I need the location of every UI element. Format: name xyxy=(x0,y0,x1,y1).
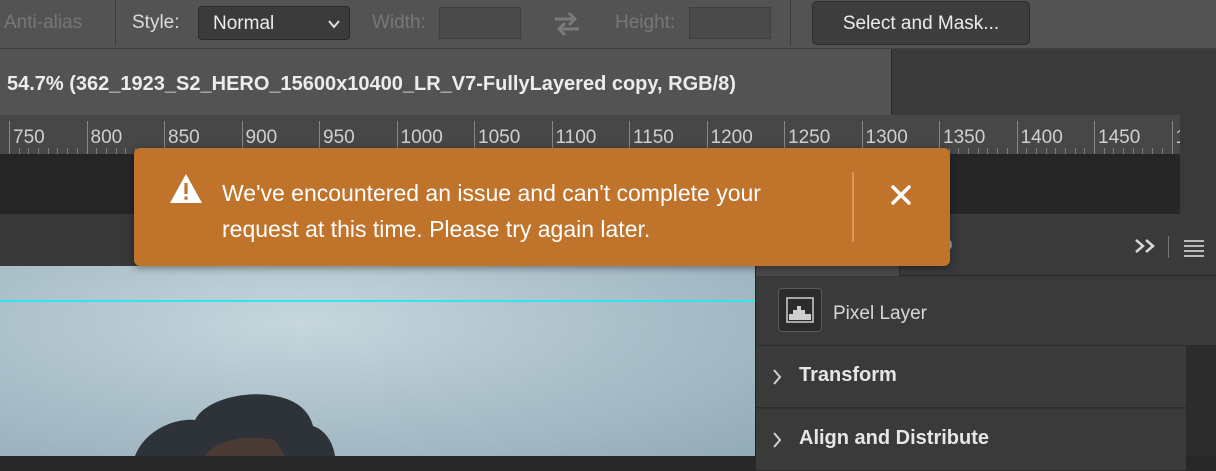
ruler-tick-label: 1150 xyxy=(633,127,674,148)
anti-alias-checkbox-label[interactable]: Anti-alias xyxy=(4,12,82,34)
ruler-tick-label: 800 xyxy=(90,127,123,148)
document-tab[interactable]: 54.7% (362_1923_S2_HERO_15600x10400_LR_V… xyxy=(0,49,892,115)
ruler-corner xyxy=(1180,115,1216,215)
ruler-tick-label: 1200 xyxy=(710,127,753,148)
ruler-tick-label: 1400 xyxy=(1020,127,1063,148)
panel-header-divider xyxy=(1168,236,1169,258)
toast-message: We've encountered an issue and can't com… xyxy=(222,180,761,242)
ruler-tick-label: 900 xyxy=(245,127,278,148)
ruler-tick-label: 1350 xyxy=(943,127,986,148)
width-field[interactable] xyxy=(439,7,521,39)
layer-type-label: Pixel Layer xyxy=(833,303,927,324)
select-and-mask-label: Select and Mask... xyxy=(842,13,1000,34)
align-distribute-section[interactable]: Align and Distribute xyxy=(756,409,1186,471)
ruler-major-tick xyxy=(1094,121,1095,154)
ruler-tick-label: 1250 xyxy=(788,127,831,148)
toast-divider xyxy=(852,172,854,242)
select-and-mask-button[interactable]: Select and Mask... xyxy=(812,1,1030,45)
warning-icon xyxy=(170,174,202,203)
document-tab-bar: 54.7% (362_1923_S2_HERO_15600x10400_LR_V… xyxy=(0,49,1216,115)
style-label: Style: xyxy=(132,12,180,33)
document-tab-title: 54.7% (362_1923_S2_HERO_15600x10400_LR_V… xyxy=(7,73,736,95)
ruler-tick-label: 750 xyxy=(13,127,45,148)
panel-scrollbar[interactable] xyxy=(1186,346,1216,456)
ruler-tick-label: 1050 xyxy=(478,127,521,148)
transform-section-label: Transform xyxy=(799,364,897,386)
transform-section[interactable]: Transform xyxy=(756,346,1186,408)
ruler-major-tick xyxy=(1016,121,1018,154)
error-toast: We've encountered an issue and can't com… xyxy=(134,148,950,266)
toolbar-divider xyxy=(115,0,116,46)
options-bar: Anti-alias Style: Normal Width: Height: … xyxy=(0,0,1216,49)
align-distribute-section-label: Align and Distribute xyxy=(799,427,989,449)
style-select[interactable]: Normal xyxy=(198,6,350,40)
height-label: Height: xyxy=(615,12,676,33)
ruler-tick-label: 1000 xyxy=(400,127,443,148)
style-select-value: Normal xyxy=(213,13,275,34)
canvas-image[interactable] xyxy=(0,266,755,456)
ruler-major-tick xyxy=(1171,121,1173,154)
chevron-down-icon xyxy=(328,20,340,29)
ruler-major-tick xyxy=(9,121,10,154)
ruler-tick-label: 1300 xyxy=(865,127,908,148)
ruler-major-tick xyxy=(86,121,88,154)
collapse-panel-icon[interactable] xyxy=(1134,238,1158,254)
toolbar-divider xyxy=(790,0,791,46)
ruler-tick-label: 850 xyxy=(168,127,200,148)
panel-menu-icon[interactable] xyxy=(1184,240,1204,260)
height-field[interactable] xyxy=(689,7,771,39)
width-label: Width: xyxy=(372,12,426,33)
layer-type-row: Pixel Layer xyxy=(756,276,1216,346)
swap-arrows-icon[interactable] xyxy=(551,10,583,38)
chevron-right-icon xyxy=(773,369,782,385)
figure-hat-shape xyxy=(135,394,335,456)
ruler-tick-label: 950 xyxy=(323,127,355,148)
ruler-tick-label: 1450 xyxy=(1098,127,1141,148)
ruler-tick-label: 1100 xyxy=(555,127,597,148)
pixel-layer-icon xyxy=(778,288,822,332)
guide-line[interactable] xyxy=(0,300,755,302)
close-icon[interactable] xyxy=(888,182,914,208)
chevron-right-icon xyxy=(773,432,782,448)
